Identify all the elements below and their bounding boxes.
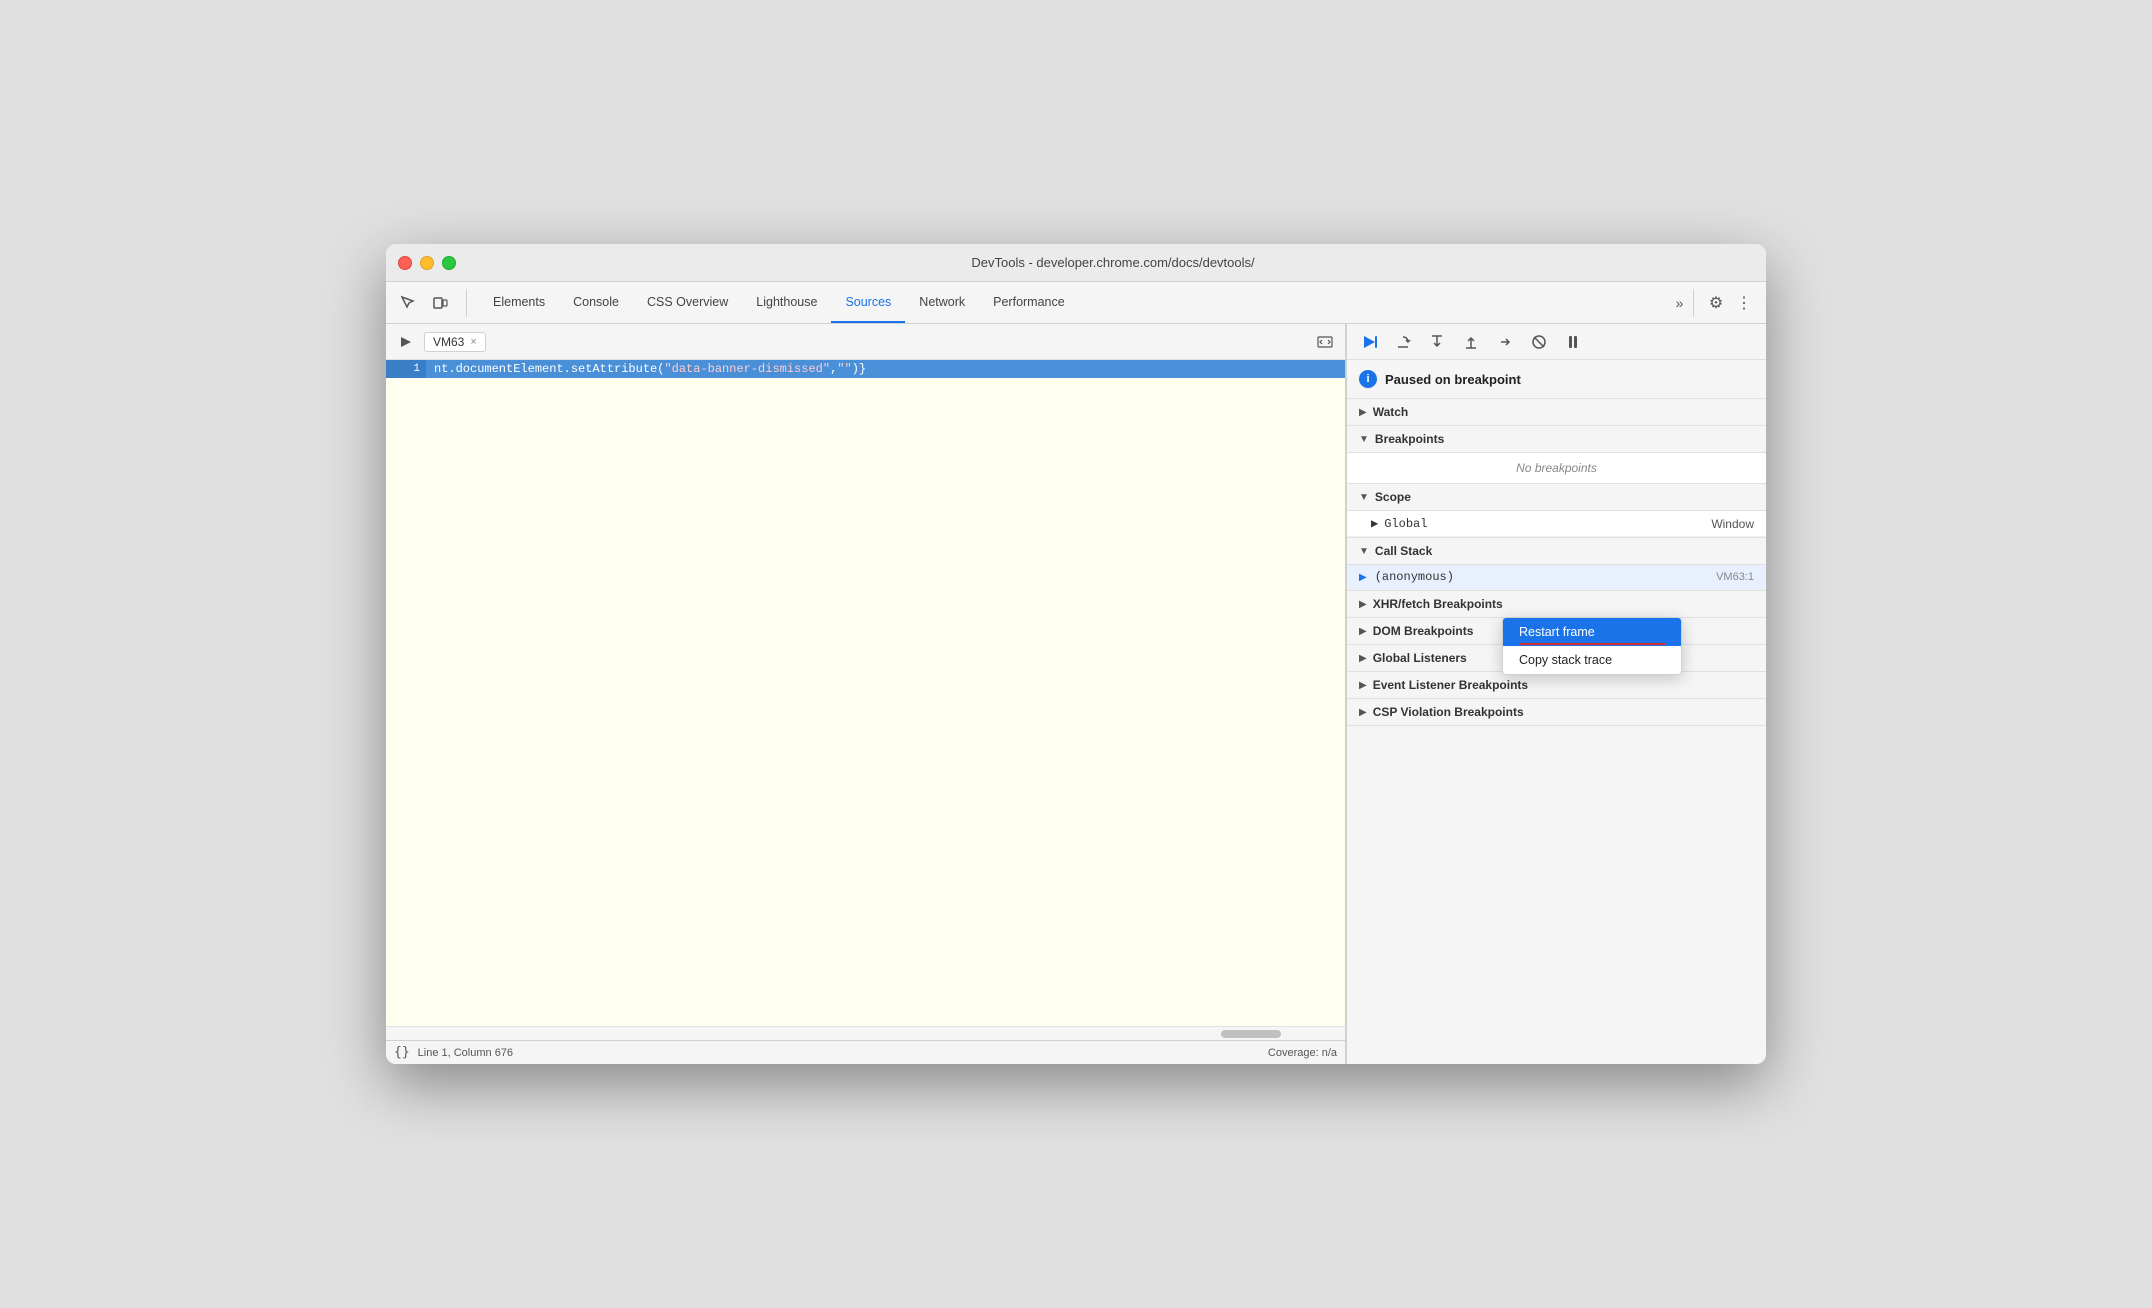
context-menu-copy-stack-trace[interactable]: Copy stack trace [1503, 646, 1681, 674]
maximize-button[interactable] [442, 256, 456, 270]
cursor-position: Line 1, Column 676 [418, 1047, 513, 1059]
watch-section-header[interactable]: ▶ Watch [1347, 399, 1766, 426]
code-content-1: nt.documentElement.setAttribute("data-ba… [426, 360, 874, 378]
dom-arrow-icon: ▶ [1359, 626, 1367, 637]
sources-panel: VM63 × 1 [386, 324, 1346, 1064]
scope-global-value: Window [1711, 517, 1754, 531]
step-button[interactable] [1491, 328, 1519, 356]
tab-css-overview[interactable]: CSS Overview [633, 282, 742, 323]
event-breakpoints-section-header[interactable]: ▶ Event Listener Breakpoints [1347, 672, 1766, 699]
scope-title: Scope [1375, 490, 1411, 504]
device-mode-icon[interactable] [426, 289, 454, 317]
settings-icon[interactable]: ⚙ [1702, 289, 1730, 317]
xhr-breakpoints-title: XHR/fetch Breakpoints [1373, 597, 1503, 611]
sources-right-icons [1313, 330, 1337, 354]
debugger-toolbar [1347, 324, 1766, 360]
no-breakpoints-msg: No breakpoints [1347, 453, 1766, 483]
scope-section-content: ▶ Global Window [1347, 511, 1766, 538]
scope-global-arrow: ▶ [1371, 516, 1378, 531]
breakpoints-section-content: No breakpoints [1347, 453, 1766, 484]
overflow-button[interactable]: » [1666, 289, 1694, 317]
event-breakpoints-title: Event Listener Breakpoints [1373, 678, 1528, 692]
step-over-button[interactable] [1389, 328, 1417, 356]
call-stack-arrow-icon: ▼ [1359, 546, 1369, 557]
file-tab-vm63[interactable]: VM63 × [424, 332, 486, 352]
resume-button[interactable] [1355, 328, 1383, 356]
call-stack-location: VM63:1 [1716, 571, 1754, 583]
scope-section-header[interactable]: ▼ Scope [1347, 484, 1766, 511]
tab-lighthouse[interactable]: Lighthouse [742, 282, 831, 323]
tab-network[interactable]: Network [905, 282, 979, 323]
xhr-breakpoints-section-header[interactable]: ▶ XHR/fetch Breakpoints [1347, 591, 1766, 618]
paused-text: Paused on breakpoint [1385, 372, 1521, 387]
status-bar: {} Line 1, Column 676 Coverage: n/a [386, 1040, 1345, 1064]
sources-left-icon[interactable] [394, 330, 418, 354]
watch-arrow-icon: ▶ [1359, 407, 1367, 418]
call-stack-function-name: (anonymous) [1375, 570, 1716, 584]
deactivate-breakpoints-button[interactable] [1525, 328, 1553, 356]
close-button[interactable] [398, 256, 412, 270]
inspect-element-icon[interactable] [394, 289, 422, 317]
csp-arrow-icon: ▶ [1359, 707, 1367, 718]
call-stack-current-icon: ▶ [1359, 572, 1367, 583]
traffic-lights [398, 256, 456, 270]
line-number-1: 1 [386, 360, 426, 378]
csp-breakpoints-section-header[interactable]: ▶ CSP Violation Breakpoints [1347, 699, 1766, 726]
context-menu: Restart frame Copy stack trace [1502, 617, 1682, 675]
code-line-1: 1 nt.documentElement.setAttribute("data-… [386, 360, 1345, 378]
global-listeners-title: Global Listeners [1373, 651, 1467, 665]
call-stack-title: Call Stack [1375, 544, 1432, 558]
global-listeners-arrow-icon: ▶ [1359, 653, 1367, 664]
call-stack-section-header[interactable]: ▼ Call Stack [1347, 538, 1766, 565]
main-content: VM63 × 1 [386, 324, 1766, 1064]
xhr-arrow-icon: ▶ [1359, 599, 1367, 610]
breakpoints-arrow-icon: ▼ [1359, 434, 1369, 445]
toolbar-left-icons [394, 289, 467, 317]
info-icon: i [1359, 370, 1377, 388]
pause-on-exceptions-button[interactable] [1559, 328, 1587, 356]
call-stack-section-content: ▶ (anonymous) VM63:1 Restart frame Copy … [1347, 565, 1766, 591]
scope-global-row[interactable]: ▶ Global Window [1347, 511, 1766, 537]
file-tab-name: VM63 [433, 335, 464, 349]
window-title: DevTools - developer.chrome.com/docs/dev… [472, 255, 1754, 270]
tab-console[interactable]: Console [559, 282, 633, 323]
coverage-status: Coverage: n/a [1268, 1047, 1337, 1059]
debugger-panel: i Paused on breakpoint ▶ Watch ▼ Breakpo… [1346, 324, 1766, 1064]
scope-global-label: ▶ Global [1371, 516, 1427, 531]
minimize-button[interactable] [420, 256, 434, 270]
call-stack-item-anonymous[interactable]: ▶ (anonymous) VM63:1 Restart frame Copy … [1347, 565, 1766, 590]
paused-banner: i Paused on breakpoint [1347, 360, 1766, 399]
context-menu-restart-frame[interactable]: Restart frame [1503, 618, 1681, 646]
breakpoints-section-header[interactable]: ▼ Breakpoints [1347, 426, 1766, 453]
dom-breakpoints-title: DOM Breakpoints [1373, 624, 1474, 638]
code-text: nt.documentElement.setAttribute("data-ba… [434, 362, 866, 376]
devtools-toolbar: Elements Console CSS Overview Lighthouse… [386, 282, 1766, 324]
tab-list: Elements Console CSS Overview Lighthouse… [479, 282, 1079, 323]
breakpoints-title: Breakpoints [1375, 432, 1444, 446]
code-editor[interactable]: 1 nt.documentElement.setAttribute("data-… [386, 360, 1345, 1026]
step-into-button[interactable] [1423, 328, 1451, 356]
tab-elements[interactable]: Elements [479, 282, 559, 323]
titlebar: DevTools - developer.chrome.com/docs/dev… [386, 244, 1766, 282]
tab-sources[interactable]: Sources [831, 282, 905, 323]
file-tab-close-icon[interactable]: × [470, 336, 476, 348]
csp-breakpoints-title: CSP Violation Breakpoints [1373, 705, 1524, 719]
debugger-content: i Paused on breakpoint ▶ Watch ▼ Breakpo… [1347, 360, 1766, 1064]
devtools-window: DevTools - developer.chrome.com/docs/dev… [386, 244, 1766, 1064]
sources-toolbar: VM63 × [386, 324, 1345, 360]
status-left: {} Line 1, Column 676 [394, 1045, 513, 1060]
event-arrow-icon: ▶ [1359, 680, 1367, 691]
tab-performance[interactable]: Performance [979, 282, 1079, 323]
format-button[interactable]: {} [394, 1045, 410, 1060]
snippet-icon[interactable] [1313, 330, 1337, 354]
watch-title: Watch [1373, 405, 1409, 419]
horizontal-scrollbar[interactable] [386, 1026, 1345, 1040]
more-options-icon[interactable]: ⋮ [1730, 289, 1758, 317]
scope-arrow-icon: ▼ [1359, 492, 1369, 503]
step-out-button[interactable] [1457, 328, 1485, 356]
scrollbar-thumb[interactable] [1221, 1030, 1281, 1038]
